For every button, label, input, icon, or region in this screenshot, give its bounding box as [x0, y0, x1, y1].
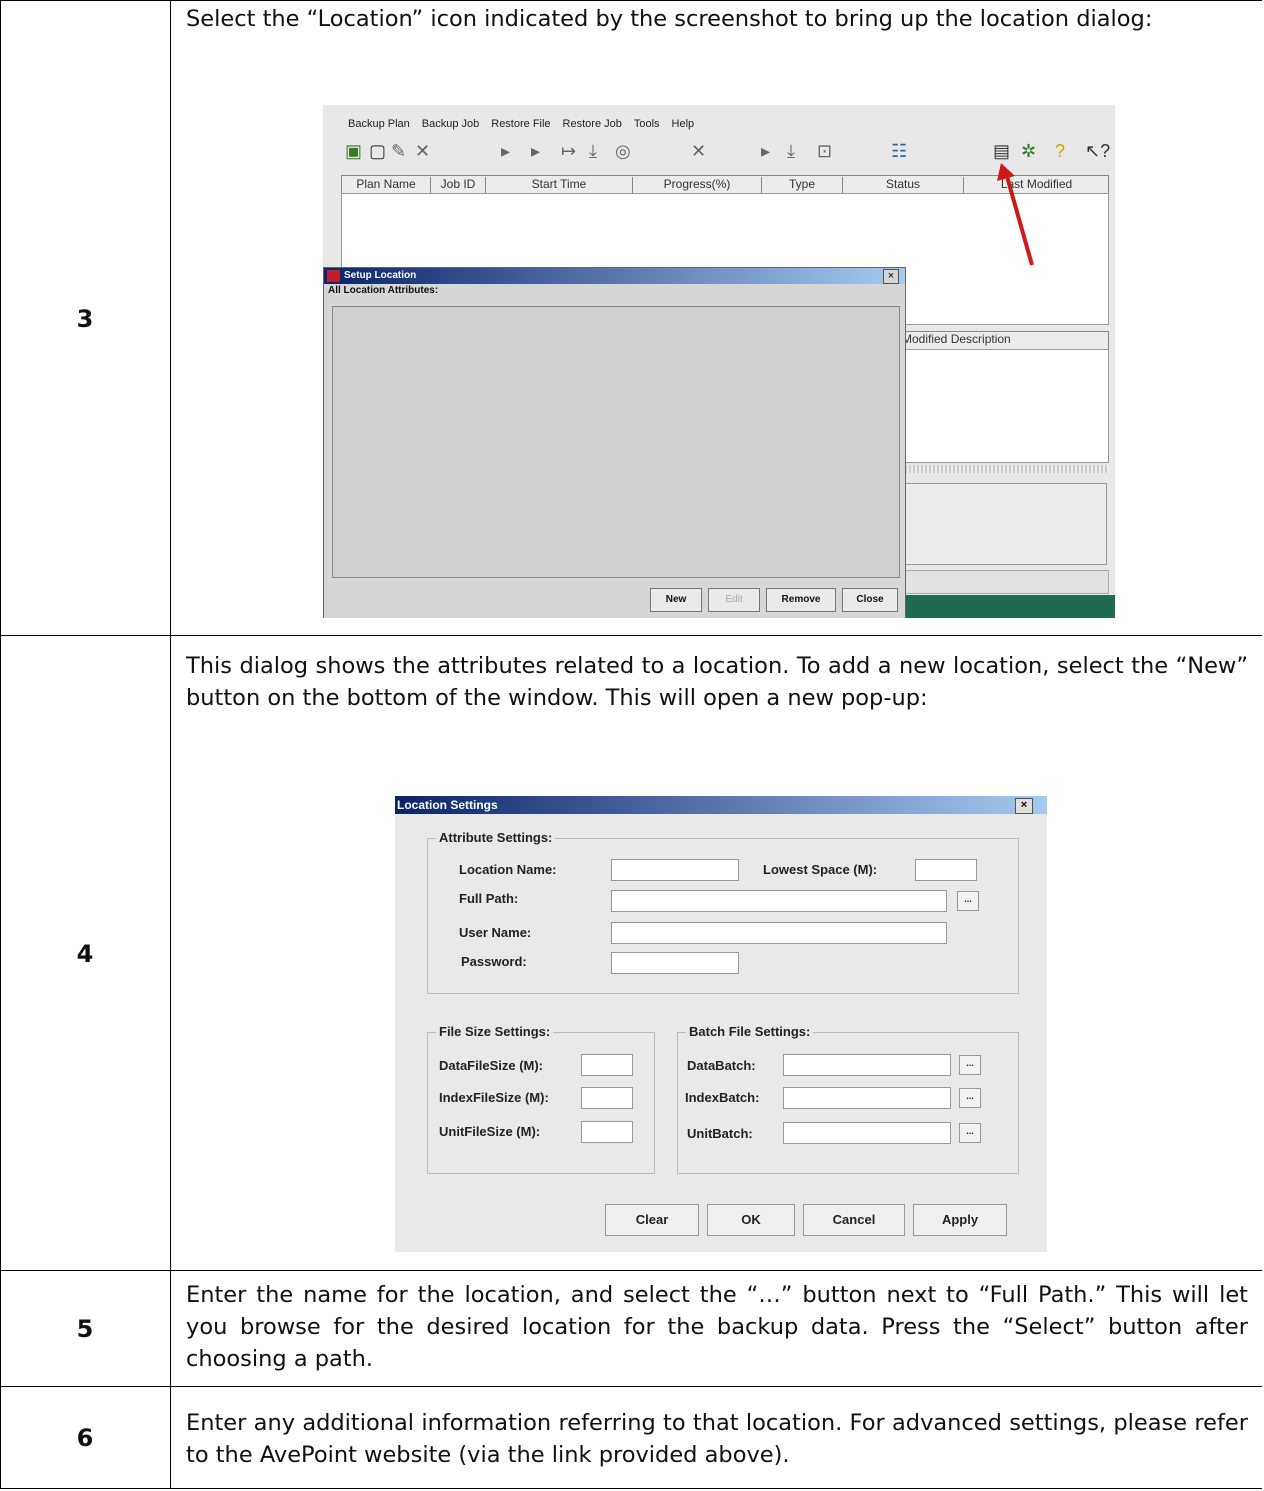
- new-document-icon[interactable]: ▢: [369, 141, 386, 162]
- attributes-label: All Location Attributes:: [328, 285, 439, 296]
- index-batch-input[interactable]: [783, 1087, 951, 1109]
- index-file-size-label: IndexFileSize (M):: [439, 1090, 549, 1105]
- unit-file-size-label: UnitFileSize (M):: [439, 1124, 541, 1139]
- group-legend: Batch File Settings:: [686, 1024, 814, 1039]
- cancel-icon[interactable]: ✕: [691, 141, 706, 162]
- remove-button[interactable]: Remove: [766, 588, 836, 612]
- splitter[interactable]: [901, 465, 1109, 473]
- clear-button[interactable]: Clear: [605, 1204, 699, 1236]
- col-plan-name[interactable]: Plan Name: [342, 177, 431, 193]
- menu-restore-job[interactable]: Restore Job: [563, 118, 622, 130]
- job-table-header: Plan Name Job ID Start Time Progress(%) …: [341, 175, 1109, 195]
- menu-help[interactable]: Help: [672, 118, 695, 130]
- menu-restore-file[interactable]: Restore File: [491, 118, 550, 130]
- status-bar: ▦ ⟋: [901, 570, 1109, 594]
- setup-location-dialog: Setup Location × All Location Attributes…: [323, 267, 906, 618]
- step-number: 4: [0, 636, 171, 1271]
- step-row-5: 5 Enter the name for the location, and s…: [0, 1270, 1262, 1387]
- location-table[interactable]: [901, 349, 1109, 463]
- attributes-list[interactable]: [332, 306, 900, 578]
- close-button[interactable]: Close: [842, 588, 898, 612]
- col-modified[interactable]: Modified: [902, 332, 947, 346]
- report-icon[interactable]: ☷: [891, 141, 907, 162]
- step-row-3: 3 Select the “Location” icon indicated b…: [0, 0, 1262, 636]
- step-text: This dialog shows the attributes related…: [186, 653, 1248, 711]
- full-path-browse-button[interactable]: ...: [957, 891, 979, 911]
- col-progress[interactable]: Progress(%): [633, 177, 762, 193]
- run-all-icon[interactable]: ▸: [531, 141, 540, 162]
- menu-backup-job[interactable]: Backup Job: [422, 118, 479, 130]
- col-job-id[interactable]: Job ID: [431, 177, 486, 193]
- app-icon: [327, 270, 340, 282]
- user-name-input[interactable]: [611, 922, 947, 944]
- delete-icon[interactable]: ✕: [415, 141, 430, 162]
- col-start-time[interactable]: Start Time: [486, 177, 633, 193]
- user-name-label: User Name:: [459, 925, 532, 940]
- index-file-size-input[interactable]: [581, 1087, 633, 1109]
- new-button[interactable]: New: [650, 588, 702, 612]
- step-row-6: 6 Enter any additional information refer…: [0, 1386, 1262, 1489]
- context-help-icon[interactable]: ↖?: [1085, 141, 1110, 162]
- detail-panel: [905, 483, 1107, 565]
- unit-batch-input[interactable]: [783, 1122, 951, 1144]
- lowest-space-input[interactable]: [915, 859, 977, 881]
- data-file-size-input[interactable]: [581, 1054, 633, 1076]
- data-batch-label: DataBatch:: [687, 1058, 756, 1073]
- apply-button[interactable]: Apply: [913, 1204, 1007, 1236]
- restore-icon[interactable]: ⤓: [787, 141, 795, 162]
- refresh-icon[interactable]: ⊡: [817, 141, 832, 162]
- menu-backup-plan[interactable]: Backup Plan: [348, 118, 410, 130]
- password-label: Password:: [461, 954, 527, 969]
- col-type[interactable]: Type: [762, 177, 843, 193]
- location-settings-dialog: Location Settings × Attribute Settings: …: [395, 796, 1047, 1252]
- data-file-size-label: DataFileSize (M):: [439, 1058, 544, 1073]
- index-batch-browse-button[interactable]: ...: [959, 1088, 981, 1108]
- edit-button[interactable]: Edit: [708, 588, 760, 612]
- menu-bar: Backup Plan Backup Job Restore File Rest…: [323, 113, 1115, 135]
- ok-button[interactable]: OK: [707, 1204, 795, 1236]
- step-number: 5: [0, 1271, 171, 1387]
- password-input[interactable]: [611, 952, 739, 974]
- close-icon[interactable]: ×: [883, 269, 899, 284]
- location-name-input[interactable]: [611, 859, 739, 881]
- dialog-title: Location Settings: [395, 796, 1047, 814]
- run-icon[interactable]: ▸: [501, 141, 510, 162]
- unit-batch-label: UnitBatch:: [687, 1126, 753, 1141]
- cancel-button[interactable]: Cancel: [803, 1204, 905, 1236]
- red-arrow-icon: [997, 163, 1034, 266]
- index-batch-label: IndexBatch:: [685, 1090, 760, 1105]
- step-number: 6: [0, 1387, 171, 1488]
- close-icon[interactable]: ×: [1015, 798, 1033, 814]
- step-text: Enter the name for the location, and sel…: [186, 1282, 1248, 1372]
- download-icon[interactable]: ⤓: [589, 141, 597, 162]
- taskbar: [901, 595, 1115, 618]
- unit-batch-browse-button[interactable]: ...: [959, 1123, 981, 1143]
- step-icon[interactable]: ↦: [561, 141, 576, 162]
- location-name-label: Location Name:: [459, 862, 557, 877]
- data-batch-input[interactable]: [783, 1054, 951, 1076]
- stop-icon[interactable]: ◎: [615, 141, 631, 162]
- data-batch-browse-button[interactable]: ...: [959, 1055, 981, 1075]
- help-icon[interactable]: ?: [1055, 141, 1065, 162]
- dialog-title: Setup Location: [324, 268, 905, 284]
- step-number: 3: [0, 1, 171, 636]
- full-path-input[interactable]: [611, 890, 947, 912]
- menu-tools[interactable]: Tools: [634, 118, 660, 130]
- edit-icon[interactable]: ✎: [391, 141, 406, 162]
- group-legend: Attribute Settings:: [436, 830, 556, 845]
- unit-file-size-input[interactable]: [581, 1121, 633, 1143]
- location-table-header: Modified Description: [901, 331, 1109, 351]
- lowest-space-label: Lowest Space (M):: [763, 862, 878, 877]
- group-legend: File Size Settings:: [436, 1024, 554, 1039]
- new-plan-icon[interactable]: ▣: [345, 141, 362, 162]
- col-description[interactable]: Description: [951, 332, 1011, 346]
- col-status[interactable]: Status: [843, 177, 964, 193]
- step-text: Enter any additional information referri…: [186, 1410, 1248, 1468]
- full-path-label: Full Path:: [459, 891, 519, 906]
- main-window-screenshot: Backup Plan Backup Job Restore File Rest…: [323, 105, 1115, 618]
- play-icon[interactable]: ▸: [761, 141, 770, 162]
- step-text: Select the “Location” icon indicated by …: [186, 6, 1153, 32]
